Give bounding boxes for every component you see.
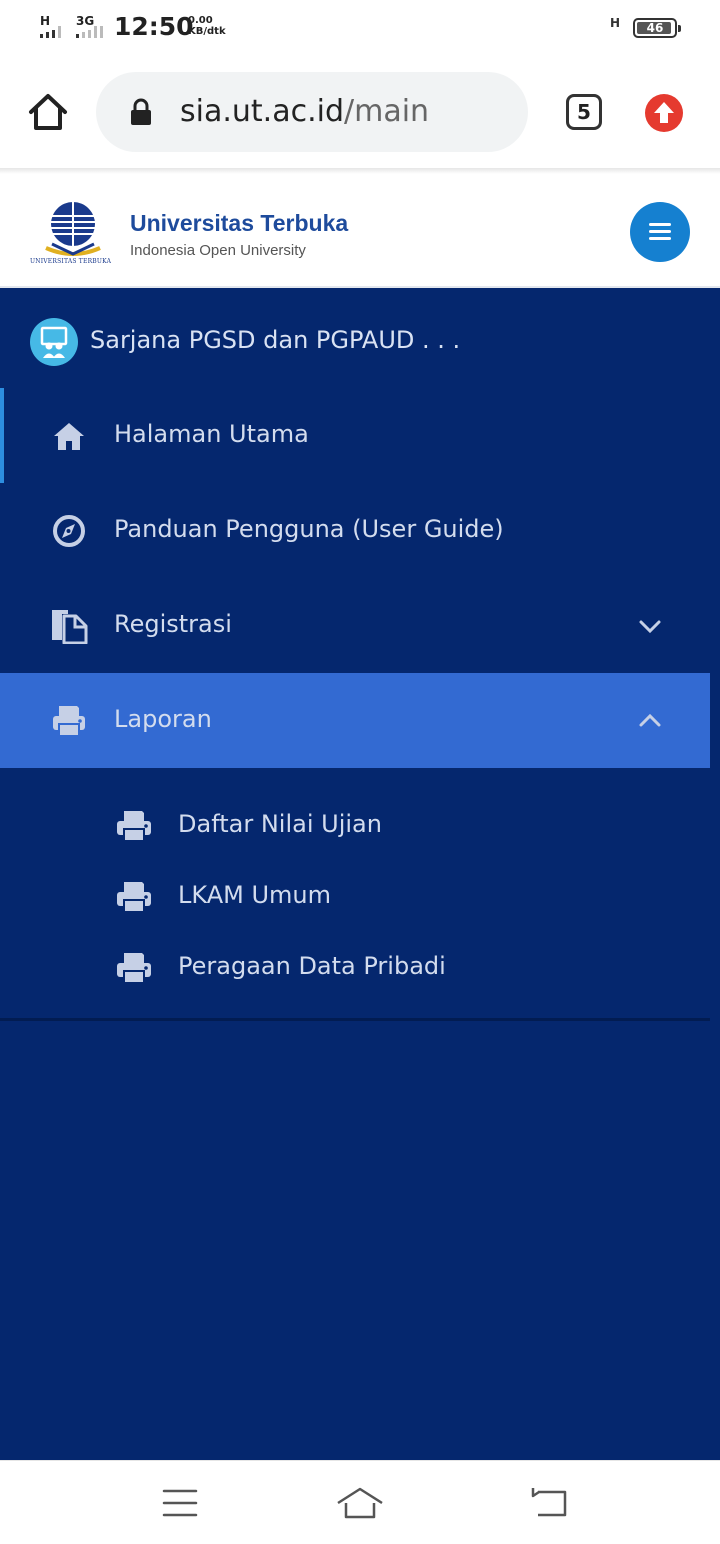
signal-label-3: H [610, 16, 621, 30]
back-icon [531, 1488, 567, 1517]
profile-name: Sarjana PGSD dan PGPAUD . . . [90, 326, 461, 354]
tab-switcher-button[interactable]: 5 [566, 94, 602, 130]
documents-icon [52, 610, 88, 644]
menu-icon [162, 1489, 198, 1517]
hamburger-menu-button[interactable] [630, 202, 690, 262]
system-home-button[interactable] [335, 1483, 385, 1523]
url-text: sia.ut.ac.id/main [180, 94, 430, 129]
sidebar-item-panduan-pengguna[interactable]: Panduan Pengguna (User Guide) [0, 483, 710, 578]
signal-label-1: H [40, 14, 51, 28]
system-back-button[interactable] [525, 1483, 575, 1523]
profile-row[interactable]: Sarjana PGSD dan PGPAUD . . . [0, 288, 720, 388]
brand-name: Universitas Terbuka [130, 210, 349, 236]
sidebar-menu: Sarjana PGSD dan PGPAUD . . . Halaman Ut… [0, 288, 720, 1460]
printer-icon [117, 882, 151, 913]
logo-caption: UNIVERSITAS TERBUKA [30, 258, 112, 265]
browser-toolbar: sia.ut.ac.id/main 5 [0, 56, 720, 168]
sidebar-subitem-label: Peragaan Data Pribadi [178, 952, 446, 980]
sidebar-item-label: Halaman Utama [114, 420, 309, 448]
battery-icon: 46 [633, 18, 681, 38]
home-icon [337, 1487, 383, 1519]
sidebar-item-registrasi[interactable]: Registrasi [0, 578, 710, 673]
system-navigation-bar [0, 1460, 720, 1544]
status-bar: H 3G 12:50 0.00 KB/dtk H 46 [0, 0, 720, 56]
browser-home-button[interactable] [26, 90, 70, 134]
printer-icon [53, 706, 85, 737]
printer-icon [117, 811, 151, 842]
site-header: UNIVERSITAS TERBUKA Universitas Terbuka … [0, 174, 720, 288]
sidebar-item-laporan[interactable]: Laporan [0, 673, 710, 768]
lock-icon [131, 98, 151, 125]
home-outline-icon [29, 94, 67, 130]
printer-icon [117, 953, 151, 984]
address-bar[interactable]: sia.ut.ac.id/main [96, 72, 528, 152]
clock: 12:50 [114, 12, 194, 41]
chevron-down-icon [639, 620, 661, 634]
sidebar-subitem-label: LKAM Umum [178, 881, 331, 909]
sidebar-item-label: Registrasi [114, 610, 232, 638]
sidebar-item-halaman-utama[interactable]: Halaman Utama [0, 388, 710, 483]
teacher-icon [30, 318, 78, 366]
sidebar-subitem-label: Daftar Nilai Ujian [178, 810, 382, 838]
brand-tagline: Indonesia Open University [130, 242, 306, 259]
chevron-up-icon [639, 713, 661, 727]
sidebar-item-label: Panduan Pengguna (User Guide) [114, 515, 504, 543]
sidebar-divider [0, 1018, 710, 1021]
sidebar-subitem-peragaan-data-pribadi[interactable]: Peragaan Data Pribadi [0, 932, 710, 1002]
update-button[interactable] [645, 94, 683, 132]
network-speed: 0.00 KB/dtk [188, 15, 226, 37]
compass-icon [53, 515, 85, 547]
sidebar-subitem-lkam-umum[interactable]: LKAM Umum [0, 861, 710, 931]
system-menu-button[interactable] [155, 1483, 205, 1523]
arrow-up-icon [654, 102, 674, 123]
signal-label-2: 3G [76, 14, 95, 28]
sidebar-subitem-daftar-nilai-ujian[interactable]: Daftar Nilai Ujian [0, 790, 710, 860]
sidebar-item-label: Laporan [114, 705, 212, 733]
home-icon [54, 423, 84, 450]
